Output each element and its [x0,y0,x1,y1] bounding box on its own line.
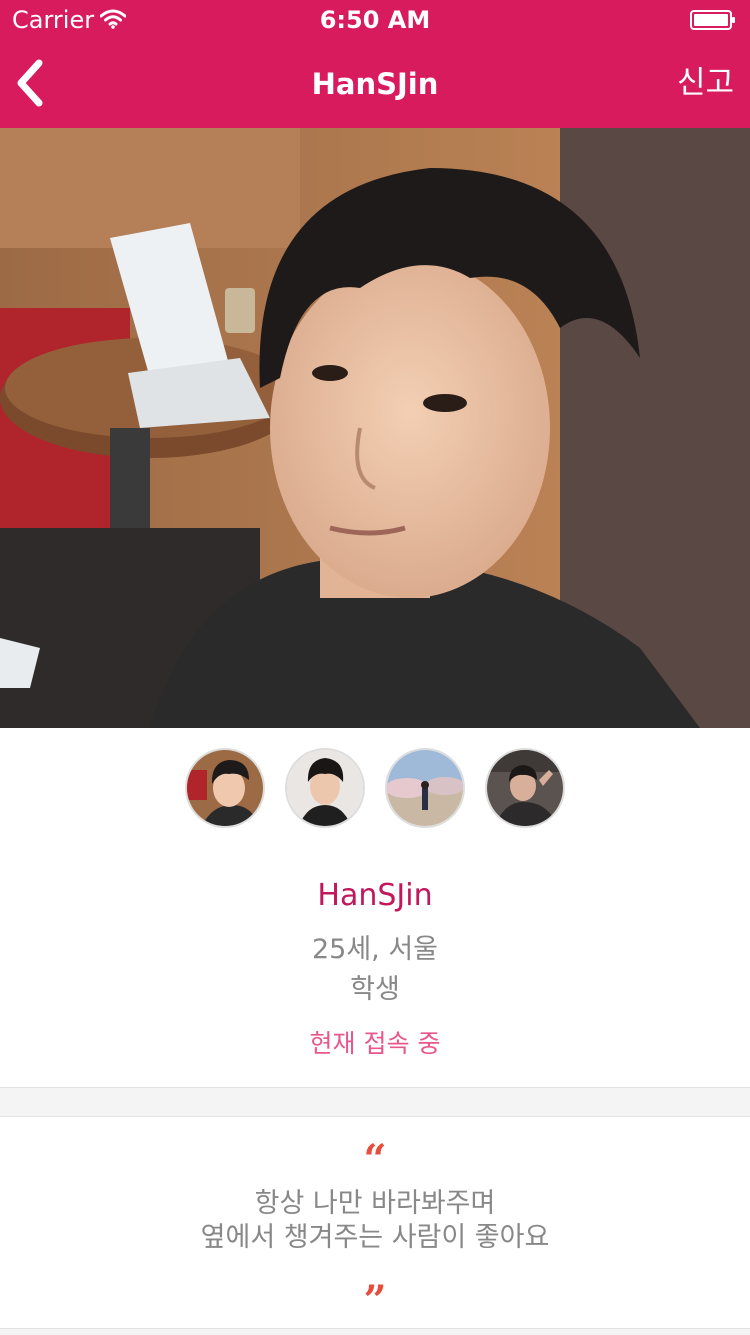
thumbnail-image [487,750,563,826]
photo-thumbnail-2[interactable] [285,748,365,828]
open-quote-icon: “ [363,1136,387,1183]
status-bar: Carrier 6:50 AM [0,0,750,40]
navigation-bar: HanSJin 신고 [0,40,750,128]
profile-occupation: 학생 [350,974,400,1005]
report-button[interactable]: 신고 [677,64,734,102]
online-status: 현재 접속 중 [309,1029,441,1058]
thumbnail-image [387,750,463,826]
section-divider [0,1087,750,1117]
battery-icon [690,10,735,30]
photo-thumbnails [0,748,750,828]
quote-line-2: 옆에서 챙겨주는 사람이 좋아요 [200,1222,550,1253]
page-title: HanSJin [311,67,439,101]
top-bar: Carrier 6:50 AM HanSJin 신고 [0,0,750,128]
thumbnail-image [287,750,363,826]
photo-thumbnail-3[interactable] [385,748,465,828]
quote-line-1: 항상 나만 바라봐주며 [254,1188,496,1219]
close-quote-icon: ” [363,1277,387,1324]
photo-thumbnail-4[interactable] [485,748,565,828]
profile-age-location: 25세, 서울 [311,934,439,965]
profile-name: HanSJin [317,878,433,913]
main-profile-photo[interactable] [0,128,750,728]
photo-thumbnail-1[interactable] [185,748,265,828]
thumbnail-image [187,750,263,826]
profile-photo-image [0,128,750,728]
status-time: 6:50 AM [319,6,431,34]
